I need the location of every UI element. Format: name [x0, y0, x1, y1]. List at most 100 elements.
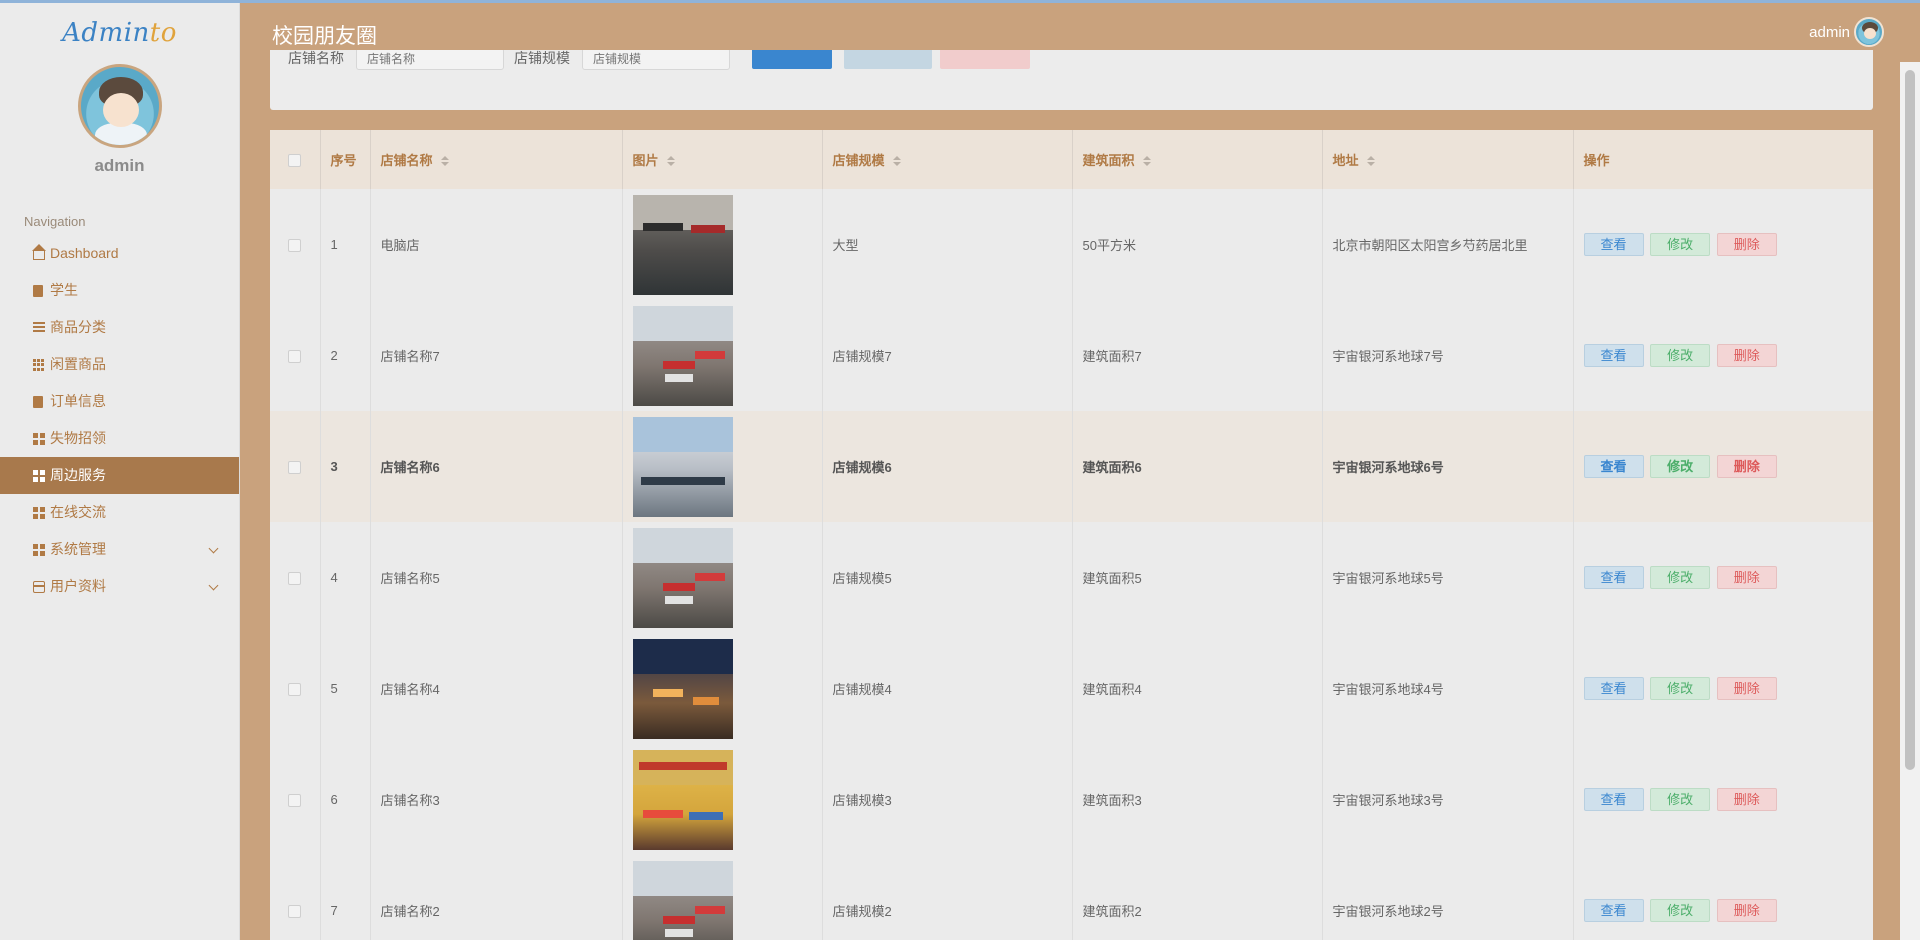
shop-image[interactable] — [632, 305, 733, 406]
delete-button[interactable]: 删除 — [1716, 788, 1777, 811]
select-all-checkbox[interactable] — [288, 154, 302, 168]
shop-image[interactable] — [632, 194, 733, 295]
page-title: 校园朋友圈 — [272, 25, 377, 48]
column-header-area[interactable]: 建筑面积 — [1072, 130, 1323, 189]
sidebar-item-idle-goods[interactable]: 闲置商品 — [0, 346, 239, 383]
avatar[interactable] — [77, 64, 162, 148]
shop-image[interactable] — [632, 416, 733, 517]
table-row[interactable]: 6 店铺名称3 店铺规模3 建筑面积3 宇宙银河系地球3号 查看 修改 删除 — [270, 744, 1873, 855]
scrollbar-thumb[interactable] — [1905, 70, 1915, 770]
list-icon — [33, 322, 45, 334]
batch-delete-button[interactable]: 删除 — [940, 50, 1030, 69]
delete-button[interactable]: 删除 — [1716, 455, 1777, 478]
sidebar-item-label: 商品分类 — [50, 319, 106, 335]
vertical-scrollbar[interactable] — [1900, 62, 1920, 940]
search-button[interactable]: 查询 — [752, 50, 832, 69]
row-checkbox[interactable] — [288, 350, 302, 364]
row-checkbox[interactable] — [288, 794, 302, 808]
cell-scale: 大型 — [822, 189, 1073, 300]
cell-area: 建筑面积7 — [1072, 300, 1323, 411]
column-header-address[interactable]: 地址 — [1322, 130, 1574, 189]
header-avatar[interactable] — [1854, 17, 1884, 47]
sort-icon[interactable] — [1366, 156, 1375, 167]
clipboard-icon — [33, 396, 43, 408]
table-row[interactable]: 3 店铺名称6 店铺规模6 建筑面积6 宇宙银河系地球6号 查看 修改 删除 — [270, 411, 1873, 522]
view-button[interactable]: 查看 — [1583, 788, 1644, 811]
table-row[interactable]: 5 店铺名称4 店铺规模4 建筑面积4 宇宙银河系地球4号 查看 修改 删除 — [270, 633, 1873, 744]
search-panel: 店铺名称 店铺规模 查询 新增 删除 — [270, 50, 1873, 110]
cell-actions: 查看 修改 删除 — [1573, 855, 1873, 940]
edit-button[interactable]: 修改 — [1650, 455, 1711, 478]
view-button[interactable]: 查看 — [1583, 677, 1644, 700]
sidebar-item-system-management[interactable]: 系统管理 — [0, 531, 239, 568]
row-checkbox[interactable] — [288, 461, 302, 475]
cell-image — [622, 300, 823, 411]
delete-button[interactable]: 删除 — [1716, 344, 1777, 367]
row-checkbox[interactable] — [288, 683, 302, 697]
view-button[interactable]: 查看 — [1583, 233, 1644, 256]
sidebar-item-orders[interactable]: 订单信息 — [0, 383, 239, 420]
shop-name-label: 店铺名称 — [288, 50, 344, 66]
app-logo[interactable]: Adminto — [0, 18, 239, 48]
row-checkbox[interactable] — [288, 572, 302, 586]
sidebar-item-nearby-services[interactable]: 周边服务 — [0, 457, 239, 494]
sidebar-item-categories[interactable]: 商品分类 — [0, 309, 239, 346]
delete-button[interactable]: 删除 — [1716, 677, 1777, 700]
sidebar-item-user-profile[interactable]: 用户资料 — [0, 568, 239, 605]
column-header-name[interactable]: 店铺名称 — [370, 130, 623, 189]
shop-image[interactable] — [632, 638, 733, 739]
data-table-panel: 序号 店铺名称 图片 店铺规模 建筑面积 地址 操作 1 电脑店 大型 50平方… — [270, 130, 1873, 940]
edit-button[interactable]: 修改 — [1650, 233, 1711, 256]
edit-button[interactable]: 修改 — [1650, 899, 1711, 922]
edit-button[interactable]: 修改 — [1650, 344, 1711, 367]
sort-icon[interactable] — [1142, 156, 1151, 167]
cell-address: 宇宙银河系地球5号 — [1322, 522, 1574, 633]
table-row[interactable]: 4 店铺名称5 店铺规模5 建筑面积5 宇宙银河系地球5号 查看 修改 删除 — [270, 522, 1873, 633]
sidebar-item-label: 订单信息 — [50, 393, 106, 409]
sidebar-item-lost-found[interactable]: 失物招领 — [0, 420, 239, 457]
cell-image — [622, 522, 823, 633]
column-header-image[interactable]: 图片 — [622, 130, 823, 189]
edit-button[interactable]: 修改 — [1650, 788, 1711, 811]
table-row[interactable]: 7 店铺名称2 店铺规模2 建筑面积2 宇宙银河系地球2号 查看 修改 删除 — [270, 855, 1873, 940]
table-row[interactable]: 1 电脑店 大型 50平方米 北京市朝阳区太阳宫乡芍药居北里 查看 修改 删除 — [270, 189, 1873, 300]
shop-scale-input[interactable] — [582, 50, 730, 70]
row-checkbox[interactable] — [288, 239, 302, 253]
row-checkbox[interactable] — [288, 905, 302, 919]
header-user-name[interactable]: admin — [1809, 24, 1850, 41]
cell-scale: 店铺规模3 — [822, 744, 1073, 855]
sidebar-item-label: 周边服务 — [50, 467, 106, 483]
delete-button[interactable]: 删除 — [1716, 566, 1777, 589]
view-button[interactable]: 查看 — [1583, 899, 1644, 922]
cell-actions: 查看 修改 删除 — [1573, 522, 1873, 633]
cell-area: 建筑面积3 — [1072, 744, 1323, 855]
cell-area: 建筑面积2 — [1072, 855, 1323, 940]
view-button[interactable]: 查看 — [1583, 455, 1644, 478]
delete-button[interactable]: 删除 — [1716, 233, 1777, 256]
cell-actions: 查看 修改 删除 — [1573, 300, 1873, 411]
shop-image[interactable] — [632, 749, 733, 850]
edit-button[interactable]: 修改 — [1650, 677, 1711, 700]
cell-address: 宇宙银河系地球4号 — [1322, 633, 1574, 744]
shop-image[interactable] — [632, 527, 733, 628]
sort-icon[interactable] — [892, 156, 901, 167]
edit-button[interactable]: 修改 — [1650, 566, 1711, 589]
sidebar-item-students[interactable]: 学生 — [0, 272, 239, 309]
add-button[interactable]: 新增 — [844, 50, 932, 69]
sort-icon[interactable] — [440, 156, 449, 167]
cell-index: 6 — [320, 744, 371, 855]
shop-image[interactable] — [632, 860, 733, 940]
cell-index: 5 — [320, 633, 371, 744]
sort-icon[interactable] — [666, 156, 675, 167]
cell-actions: 查看 修改 删除 — [1573, 189, 1873, 300]
delete-button[interactable]: 删除 — [1716, 899, 1777, 922]
shop-name-input[interactable] — [356, 50, 504, 70]
view-button[interactable]: 查看 — [1583, 566, 1644, 589]
sidebar-item-online-chat[interactable]: 在线交流 — [0, 494, 239, 531]
cell-scale: 店铺规模5 — [822, 522, 1073, 633]
column-header-scale[interactable]: 店铺规模 — [822, 130, 1073, 189]
cell-name: 电脑店 — [370, 189, 623, 300]
view-button[interactable]: 查看 — [1583, 344, 1644, 367]
table-row[interactable]: 2 店铺名称7 店铺规模7 建筑面积7 宇宙银河系地球7号 查看 修改 删除 — [270, 300, 1873, 411]
sidebar-item-dashboard[interactable]: Dashboard — [0, 235, 239, 272]
